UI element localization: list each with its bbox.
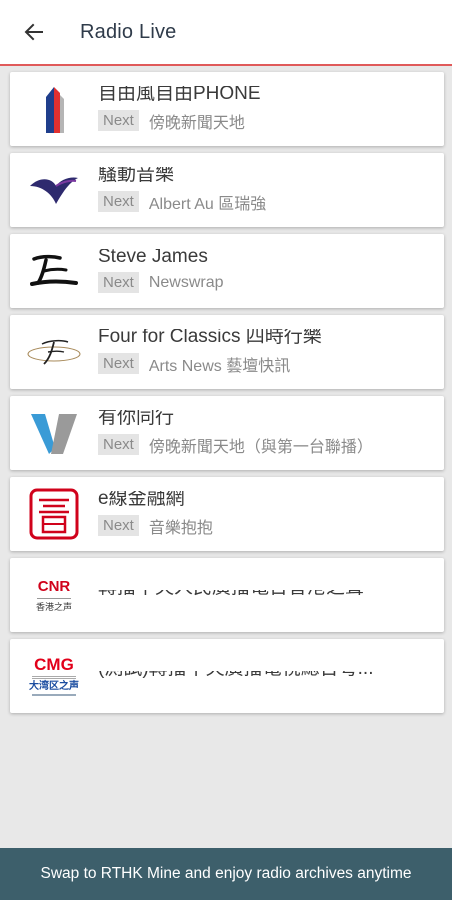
page-title: Radio Live [80,20,177,43]
now-playing: 自由風自由PHONE [98,85,261,104]
arrow-left-icon [24,23,43,41]
next-program: Newswrap [148,273,224,291]
next-program: Albert Au 區瑞強 [148,195,267,213]
channel-list: 自由風自由PHONE Next 傍晚新聞天地 騷動音樂 Next Albert … [10,72,444,720]
now-playing: 轉播中央人民廣播電台香港之聲 [98,590,434,600]
channel-card-cmg[interactable]: CMG 大湾区之声 (測試)轉播中央廣播電視總台粵... [10,639,444,713]
now-playing: (測試)轉播中央廣播電視總台粵... [98,671,434,681]
rthk-mine-banner[interactable]: Swap to RTHK Mine and enjoy radio archiv… [0,848,452,900]
now-playing: Steve James [98,249,208,267]
next-program: 傍晚新聞天地 [148,114,245,132]
channel-card-radio-3[interactable]: Steve James Next Newswrap [10,234,444,308]
cmg-logo: CMG 大湾区之声 [10,639,98,713]
next-tag: Next [98,434,139,455]
radio-2-logo [10,153,98,227]
back-button[interactable] [14,12,54,52]
radio-4-logo [10,315,98,389]
next-tag: Next [98,353,139,374]
now-playing: e線金融網 [98,490,185,509]
next-program: 音樂抱抱 [148,519,213,537]
next-tag: Next [98,191,139,212]
channel-card-radio-2[interactable]: 騷動音樂 Next Albert Au 區瑞強 [10,153,444,227]
putonghua-logo [10,477,98,551]
channel-card-putonghua[interactable]: e線金融網 Next 音樂抱抱 [10,477,444,551]
next-program: 傍晚新聞天地（與第一台聯播） [148,438,373,456]
cmg-logo-text: CMG [34,655,74,674]
channel-card-cnr[interactable]: CNR 香港之声 轉播中央人民廣播電台香港之聲 [10,558,444,632]
radio-1-logo [10,72,98,146]
cmg-logo-subtext: 大湾区之声 [29,681,79,692]
now-playing: 騷動音樂 [98,166,175,185]
next-program: Arts News 藝壇快訊 [148,357,291,375]
next-tag: Next [98,515,139,536]
channel-card-radio-5[interactable]: 有你同行 Next 傍晚新聞天地（與第一台聯播） [10,396,444,470]
cnr-logo-text: CNR [37,577,71,595]
radio-3-logo [10,234,98,308]
app-bar: Radio Live [0,0,452,66]
now-playing: 有你同行 [98,409,175,428]
next-tag: Next [98,272,139,293]
radio-5-logo [10,396,98,470]
now-playing: Four for Classics 四時行樂 [98,328,322,347]
cnr-logo-subtext: 香港之声 [35,601,72,612]
next-tag: Next [98,110,139,131]
channel-card-radio-4[interactable]: Four for Classics 四時行樂 Next Arts News 藝壇… [10,315,444,389]
channel-card-radio-1[interactable]: 自由風自由PHONE Next 傍晚新聞天地 [10,72,444,146]
cnr-logo: CNR 香港之声 [10,558,98,632]
